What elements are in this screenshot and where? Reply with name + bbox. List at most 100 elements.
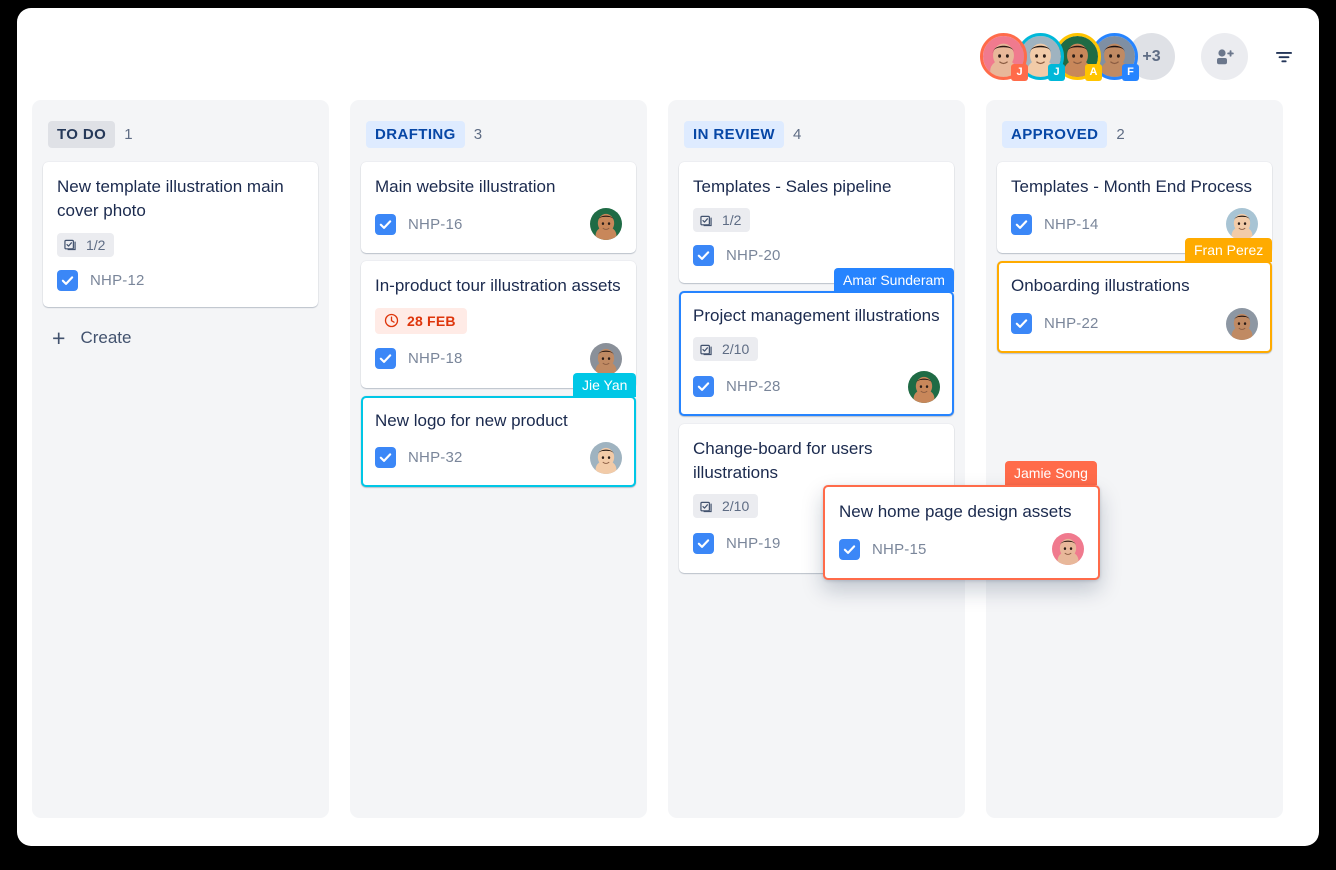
- column-header[interactable]: IN REVIEW 4: [679, 110, 954, 162]
- check-icon: [379, 453, 392, 463]
- card-footer: NHP-22: [1011, 307, 1258, 340]
- card-owner-tag: Amar Sunderam: [834, 267, 954, 292]
- card-title: Templates - Sales pipeline: [693, 177, 892, 196]
- column-header[interactable]: TO DO 1: [43, 110, 318, 162]
- card-assignee-avatar[interactable]: [1052, 533, 1084, 566]
- task-type-icon: [375, 447, 396, 469]
- clock-icon: [384, 313, 399, 328]
- column-count: 3: [473, 126, 483, 143]
- card-title: In-product tour illustration assets: [375, 276, 621, 296]
- checklist-badge: 1/2: [693, 208, 751, 233]
- avatar-initial: J: [1048, 64, 1065, 81]
- board-column: DRAFTING 3 Main website illustration NHP-1…: [350, 100, 647, 818]
- check-icon: [379, 220, 392, 229]
- task-type-icon: [375, 348, 396, 370]
- card-footer: NHP-12: [57, 266, 304, 294]
- check-icon: [379, 354, 392, 364]
- create-label: Create: [80, 328, 132, 348]
- card-footer: NHP-32: [375, 441, 622, 474]
- card-footer: NHP-20: [693, 242, 940, 270]
- create-card-button[interactable]: + Create: [43, 315, 136, 354]
- column-name: IN REVIEW: [684, 121, 784, 148]
- avatar-photo: [590, 342, 622, 375]
- card-assignee-avatar[interactable]: [1226, 307, 1258, 340]
- card-title: New home page design assets: [839, 502, 1072, 521]
- task-type-icon: [693, 533, 714, 555]
- card-assignee-avatar[interactable]: [590, 441, 622, 474]
- card-footer: NHP-18: [375, 342, 622, 375]
- add-member-button[interactable]: [1201, 33, 1248, 80]
- check-icon: [1015, 220, 1028, 229]
- member-avatar[interactable]: J: [980, 33, 1028, 81]
- card-title: Main website illustration: [375, 177, 556, 196]
- check-icon: [1015, 319, 1028, 329]
- header-actions: J J A F +3: [980, 33, 1306, 81]
- checklist-badge: 2/10: [693, 494, 759, 519]
- column-name: DRAFTING: [366, 121, 465, 148]
- check-icon: [697, 539, 710, 549]
- column-header[interactable]: APPROVED 2: [997, 110, 1272, 162]
- avatar-photo: [1226, 208, 1258, 241]
- column-header[interactable]: DRAFTING 3: [361, 110, 636, 162]
- checklist-icon: [64, 239, 76, 251]
- task-type-icon: [693, 376, 714, 398]
- card-title: Templates - Month End Process: [1011, 177, 1252, 196]
- issue-key: NHP-32: [408, 449, 463, 467]
- avatar-initial: F: [1122, 64, 1139, 81]
- checklist-count: 2/10: [722, 498, 750, 515]
- check-icon: [697, 251, 710, 261]
- card-footer: NHP-14: [1011, 208, 1258, 241]
- card-assignee-avatar[interactable]: [1226, 208, 1258, 241]
- member-avatar-stack[interactable]: J J A F +3: [980, 33, 1175, 81]
- card-badges: 28 FEB: [375, 307, 622, 334]
- issue-key: NHP-19: [726, 535, 781, 553]
- checklist-count: 1/2: [722, 212, 742, 229]
- avatar-initial: A: [1085, 64, 1102, 81]
- board-card[interactable]: New template illustration main cover pho…: [43, 162, 318, 308]
- board-card[interactable]: Project management illustrations 2/10 NH…: [679, 290, 954, 416]
- avatar-photo: [1226, 307, 1258, 340]
- board-columns: TO DO 1 New template illustration main cov…: [32, 100, 1304, 818]
- board-card[interactable]: In-product tour illustration assets 28 F…: [361, 261, 636, 388]
- check-icon: [697, 382, 710, 392]
- checklist-count: 2/10: [722, 341, 750, 358]
- board-card[interactable]: Onboarding illustrations NHP-22: [997, 261, 1272, 353]
- avatar-photo: [590, 208, 622, 241]
- task-type-icon: [57, 269, 78, 291]
- column-count: 2: [1116, 126, 1125, 143]
- card-footer: NHP-16: [375, 208, 622, 241]
- dragging-card[interactable]: New home page design assets NHP-15: [823, 485, 1100, 581]
- checklist-icon: [700, 344, 712, 355]
- due-date-badge: 28 FEB: [375, 307, 467, 334]
- card-badges: 1/2: [57, 232, 304, 258]
- filter-button[interactable]: [1273, 48, 1306, 66]
- column-count: 4: [792, 126, 802, 143]
- card-owner-tag: Jie Yan: [573, 372, 637, 397]
- board-column: APPROVED 2 Templates - Month End Process N…: [986, 100, 1283, 818]
- board-card[interactable]: Main website illustration NHP-16: [361, 162, 636, 254]
- issue-key: NHP-18: [408, 350, 463, 368]
- board-card[interactable]: New logo for new product NHP-32: [361, 395, 636, 487]
- task-type-icon: [839, 538, 860, 560]
- avatar-initial: J: [1011, 64, 1028, 81]
- checklist-count: 1/2: [86, 236, 106, 253]
- board-card[interactable]: Templates - Sales pipeline 1/2 NHP-20: [679, 162, 954, 283]
- column-name: APPROVED: [1002, 121, 1108, 148]
- avatar-photo: [590, 441, 622, 474]
- avatar-photo: [1052, 533, 1084, 566]
- task-type-icon: [1011, 213, 1032, 235]
- checklist-badge: 2/10: [693, 337, 759, 362]
- checklist-badge: 1/2: [57, 232, 115, 257]
- card-assignee-avatar[interactable]: [590, 342, 622, 375]
- card-title: New template illustration main cover pho…: [57, 177, 284, 221]
- board-header: J J A F +3: [17, 8, 1319, 100]
- card-assignee-avatar[interactable]: [590, 208, 622, 241]
- card-owner-tag: Fran Perez: [1185, 238, 1273, 263]
- card-footer: NHP-15: [839, 533, 1084, 566]
- card-assignee-avatar[interactable]: [908, 370, 940, 403]
- checklist-icon: [700, 215, 712, 226]
- column-name: TO DO: [48, 121, 116, 148]
- avatar-photo: [908, 370, 940, 403]
- dragging-card-owner-tag: Jamie Song: [1005, 461, 1097, 485]
- issue-key: NHP-20: [726, 247, 781, 265]
